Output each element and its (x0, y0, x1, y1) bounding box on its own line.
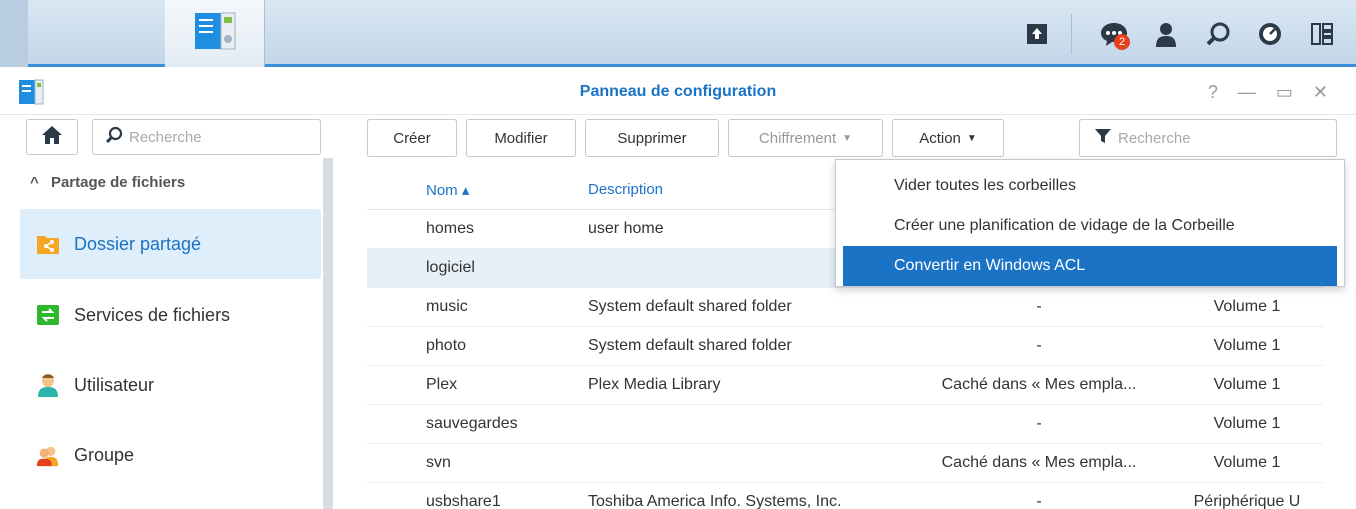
sidebar-search-input[interactable]: Recherche (92, 119, 321, 155)
taskbar-edge (0, 0, 28, 67)
cell-description: System default shared folder (588, 298, 792, 315)
sidebar-item-label: Services de fichiers (74, 304, 231, 325)
chevron-down-icon: ▼ (842, 132, 853, 144)
cell-name: usbshare1 (426, 493, 501, 509)
dashboard-icon[interactable] (1248, 12, 1292, 56)
sidebar-item-user[interactable]: Utilisateur (20, 350, 321, 420)
section-header-label: Partage de fichiers (50, 174, 186, 191)
cell-name: homes (426, 220, 475, 237)
home-icon (41, 125, 63, 150)
cell-hidden: Caché dans « Mes empla... (941, 376, 1137, 393)
create-button[interactable]: Créer (367, 119, 457, 157)
cell-volume: Volume 1 (1213, 415, 1281, 432)
cell-description: Toshiba America Info. Systems, Inc. (588, 493, 842, 509)
cell-volume: Volume 1 (1213, 376, 1281, 393)
section-header[interactable]: ^ Partage de fichiers (30, 174, 185, 191)
encryption-label: Chiffrement (758, 129, 837, 147)
action-dropdown[interactable]: Action ▼ (892, 119, 1004, 157)
cell-description: System default shared folder (588, 337, 792, 354)
group-icon (36, 443, 60, 467)
taskbar: 2 (0, 0, 1356, 509)
cell-volume: Périphérique U (1193, 493, 1301, 509)
sidebar-item-label: Groupe (74, 444, 135, 465)
cell-name: photo (426, 337, 467, 354)
file-services-icon (36, 303, 60, 327)
sidebar: Recherche ^ Partage de fichiers Dossier … (0, 116, 336, 509)
cell-name: Plex (426, 376, 458, 393)
user-icon[interactable] (1144, 12, 1188, 56)
table-row[interactable]: sauvegardes - Volume 1 (367, 405, 1323, 444)
cell-description: user home (588, 220, 664, 237)
close-button[interactable]: ✕ (1313, 82, 1328, 103)
cell-hidden: - (1036, 415, 1042, 432)
cell-hidden: Caché dans « Mes empla... (941, 454, 1137, 471)
cell-hidden: - (1036, 337, 1042, 354)
search-icon[interactable] (1196, 12, 1240, 56)
cell-name: sauvegardes (426, 415, 518, 432)
window-controls: ? — ▭ ✕ (1208, 82, 1328, 103)
action-label: Action (919, 129, 961, 147)
filter-search-input[interactable]: Recherche (1079, 119, 1337, 157)
action-menu: Vider toutes les corbeilles Créer une pl… (835, 159, 1345, 287)
chevron-up-icon: ^ (30, 174, 39, 191)
column-header-name[interactable]: Nom ▴ (426, 181, 469, 199)
filter-icon (1094, 127, 1112, 150)
cell-name: logiciel (426, 259, 475, 276)
modify-button[interactable]: Modifier (466, 119, 576, 157)
help-button[interactable]: ? (1208, 82, 1218, 103)
taskbar-tray: 2 (1007, 0, 1356, 67)
menu-item-empty-recycle-bins[interactable]: Vider toutes les corbeilles (843, 166, 1337, 206)
cell-name: svn (426, 454, 451, 471)
sidebar-search-placeholder: Recherche (129, 128, 202, 146)
table-row[interactable]: photo System default shared folder - Vol… (367, 327, 1323, 366)
user-icon (36, 373, 60, 397)
shared-folder-icon (36, 232, 60, 256)
minimize-button[interactable]: — (1238, 82, 1256, 103)
sidebar-scrollbar[interactable] (323, 158, 333, 509)
sidebar-item-shared-folder[interactable]: Dossier partagé (20, 209, 321, 279)
encryption-dropdown[interactable]: Chiffrement ▼ (728, 119, 883, 157)
search-icon (105, 126, 123, 149)
menu-item-schedule-recycle-bin[interactable]: Créer une planification de vidage de la … (843, 206, 1337, 246)
window-title: Panneau de configuration (579, 83, 777, 100)
toolbar: Créer Modifier Supprimer Chiffrement ▼ A… (367, 119, 1004, 157)
cell-name: music (426, 298, 468, 315)
cell-hidden: - (1036, 493, 1042, 509)
control-panel-icon (193, 11, 237, 56)
sidebar-item-group[interactable]: Groupe (20, 420, 321, 490)
window-titlebar: Panneau de configuration ? — ▭ ✕ (0, 70, 1356, 115)
chevron-down-icon: ▼ (966, 132, 977, 144)
home-button[interactable] (26, 119, 78, 155)
menu-item-convert-windows-acl[interactable]: Convertir en Windows ACL (843, 246, 1337, 286)
cell-hidden: - (1036, 298, 1042, 315)
sidebar-item-file-services[interactable]: Services de fichiers (20, 280, 321, 350)
chat-notification-icon[interactable]: 2 (1092, 12, 1136, 56)
control-panel-taskbar-button[interactable] (165, 0, 265, 67)
upload-icon[interactable] (1015, 12, 1059, 56)
sidebar-item-label: Dossier partagé (74, 233, 202, 254)
widgets-icon[interactable] (1300, 12, 1344, 56)
sidebar-item-label: Utilisateur (74, 374, 155, 395)
filter-search-placeholder: Recherche (1118, 129, 1191, 147)
notification-badge: 2 (1114, 33, 1130, 50)
cell-volume: Volume 1 (1213, 298, 1281, 315)
cell-volume: Volume 1 (1213, 454, 1281, 471)
table-row[interactable]: usbshare1 Toshiba America Info. Systems,… (367, 483, 1323, 509)
column-header-description[interactable]: Description (588, 181, 663, 198)
tray-divider (1071, 13, 1072, 54)
table-row[interactable]: Plex Plex Media Library Caché dans « Mes… (367, 366, 1323, 405)
cell-volume: Volume 1 (1213, 337, 1281, 354)
table-row[interactable]: music System default shared folder - Vol… (367, 288, 1323, 327)
delete-button[interactable]: Supprimer (585, 119, 719, 157)
restore-button[interactable]: ▭ (1276, 82, 1293, 103)
table-row[interactable]: svn Caché dans « Mes empla... Volume 1 (367, 444, 1323, 483)
cell-description: Plex Media Library (588, 376, 721, 393)
